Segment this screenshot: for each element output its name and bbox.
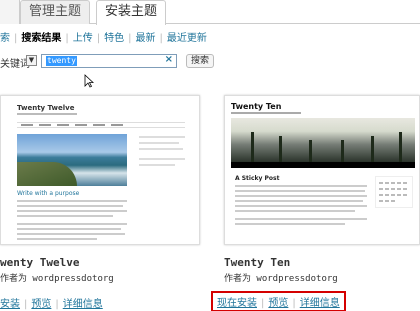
subnav-search[interactable]: 索 [0,33,10,44]
search-input-value: twenty [46,56,77,66]
install-now-link[interactable]: 现在安装 [217,298,257,309]
subnav-search-results: 搜索结果 [21,33,62,44]
preview-nav-bar [231,162,415,168]
theme-actions: 安装 | 预览 | 详细信息 [0,299,103,310]
preview-post-title: A Sticky Post [235,175,280,182]
chevron-down-icon[interactable]: ▼ [26,55,37,66]
theme-author: 作者为 wordpressdotorg [224,274,338,284]
preview-link[interactable]: 预览 [268,298,288,309]
preview-tagline [17,113,77,115]
subnav-recently-updated[interactable]: 最近更新 [167,33,207,44]
preview-post-title: Write with a purpose [17,190,80,197]
install-link[interactable]: 安装 [0,299,20,310]
tab-partial[interactable] [0,0,20,24]
preview-link[interactable]: 预览 [31,299,51,310]
subnav-newest[interactable]: 最新 [136,33,156,44]
preview-tagline [231,112,301,114]
mouse-cursor-icon [84,74,94,88]
tab-install-themes[interactable]: 安装主题 [96,0,167,25]
theme-screenshot-twenty-ten[interactable]: Twenty Ten A Sticky Post [224,95,420,245]
tab-bar: 管理主题 安装主题 [0,0,420,25]
preview-hero-image [17,134,127,186]
details-link[interactable]: 详细信息 [63,299,103,310]
subnav-featured[interactable]: 特色 [104,33,124,44]
search-input[interactable]: twenty × [41,54,177,68]
preview-calendar-widget [375,176,413,208]
preview-menu [17,122,185,128]
install-subnav: 索 | 搜索结果 | 上传 | 特色 | 最新 | 最近更新 [0,33,207,44]
details-link[interactable]: 详细信息 [300,298,340,309]
theme-screenshot-twenty-twelve[interactable]: Twenty Twelve Write with a purpose [0,95,200,245]
theme-author: 作者为 wordpressdotorg [0,274,114,284]
preview-site-title: Twenty Ten [231,102,282,111]
tab-manage-themes[interactable]: 管理主题 [20,0,91,24]
search-button[interactable]: 搜索 [186,54,214,68]
search-form: 关键词 ▼ twenty × 搜索 [0,54,420,70]
theme-actions-highlighted: 现在安装 | 预览 | 详细信息 [211,291,346,311]
theme-name: wenty Twelve [0,256,80,269]
subnav-upload[interactable]: 上传 [73,33,93,44]
clear-icon[interactable]: × [165,54,173,65]
preview-header-image [231,118,415,162]
preview-site-title: Twenty Twelve [17,104,75,112]
theme-name: Twenty Ten [224,256,291,269]
